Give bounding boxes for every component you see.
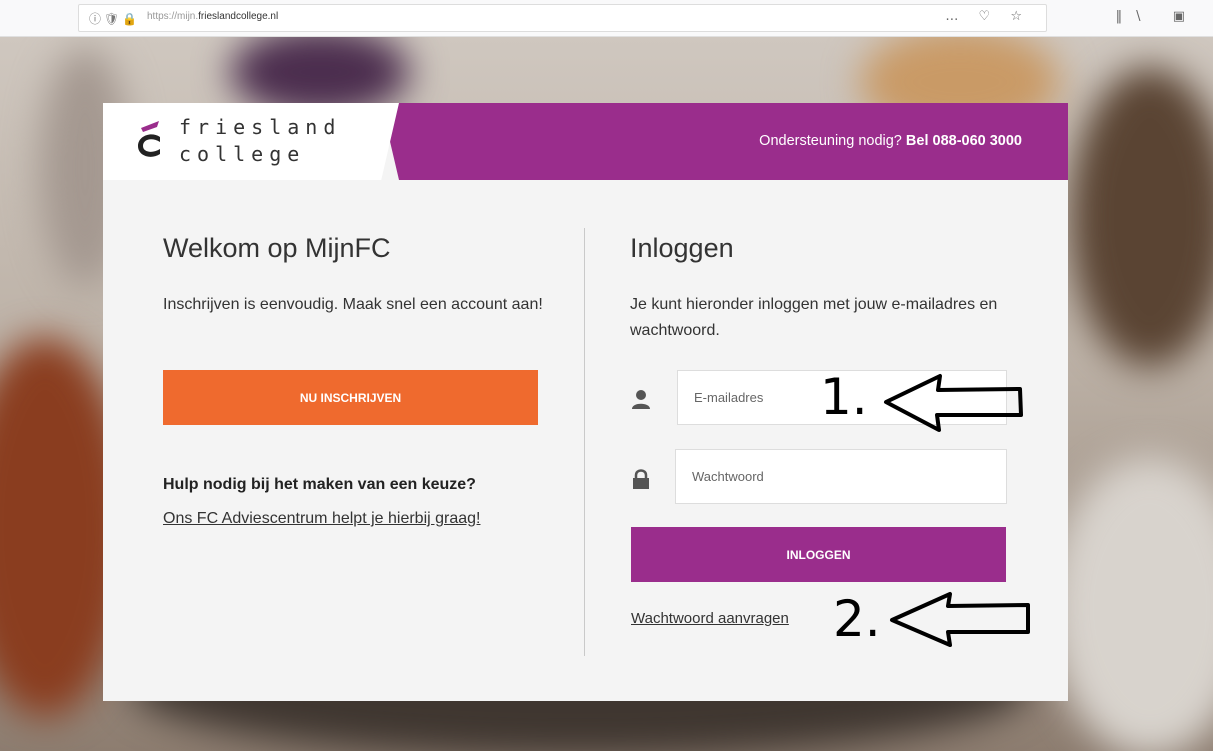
advice-center-link[interactable]: Ons FC Adviescentrum helpt je hierbij gr… (163, 510, 480, 528)
url-text[interactable]: https://mijn.frieslandcollege.nl (147, 11, 278, 22)
site-info-icons[interactable]: ⓘ🛡🔒 (89, 10, 140, 27)
address-bar[interactable]: ⓘ🛡🔒 https://mijn.frieslandcollege.nl … ♡… (78, 4, 1047, 32)
friesland-college-logo-icon (138, 121, 160, 157)
lock-icon (633, 469, 649, 489)
welcome-description: Inschrijven is eenvoudig. Maak snel een … (163, 296, 543, 313)
bookmark-star-icon[interactable]: ☆ (1010, 9, 1030, 24)
more-actions-icon[interactable]: … (945, 9, 966, 24)
help-heading: Hulp nodig bij het maken van een keuze? (163, 476, 476, 493)
lock-icon: 🔒 (122, 12, 141, 26)
login-section: Inloggen Je kunt hieronder inloggen met … (630, 233, 1010, 344)
sidebar-icon[interactable]: ▣ (1173, 9, 1199, 24)
url-actions: … ♡ ☆ (945, 9, 1030, 24)
pocket-icon[interactable]: ♡ (979, 9, 999, 24)
card-header: friesland college Ondersteuning nodig? B… (103, 103, 1068, 180)
support-text: Ondersteuning nodig? (759, 133, 902, 149)
login-button[interactable]: INLOGGEN (631, 527, 1006, 582)
password-input[interactable] (675, 449, 1007, 504)
welcome-title: Welkom op MijnFC (163, 233, 391, 263)
support-contact: Ondersteuning nodig? Bel 088-060 3000 (759, 133, 1022, 149)
annotation-arrow-1-icon (884, 374, 1023, 432)
annotation-arrow-2-icon (890, 592, 1030, 647)
login-title: Inloggen (630, 233, 734, 263)
user-icon (632, 390, 650, 409)
signup-button[interactable]: NU INSCHRIJVEN (163, 370, 538, 425)
column-divider (584, 228, 585, 656)
library-icon[interactable]: ‖\ (1116, 9, 1155, 24)
support-phone: Bel 088-060 3000 (905, 133, 1022, 149)
logo-text-friesland: friesland (179, 115, 342, 139)
logo-text-college: college (179, 142, 306, 166)
toolbar-right: ‖\ ▣ (1116, 9, 1199, 24)
login-description: Je kunt hieronder inloggen met jouw e-ma… (630, 296, 998, 339)
annotation-step-1: 1. (820, 368, 868, 426)
annotation-step-2: 2. (833, 590, 881, 648)
browser-toolbar: ⓘ🛡🔒 https://mijn.frieslandcollege.nl … ♡… (0, 0, 1213, 37)
request-password-link[interactable]: Wachtwoord aanvragen (631, 610, 789, 627)
welcome-section: Welkom op MijnFC Inschrijven is eenvoudi… (163, 233, 543, 318)
